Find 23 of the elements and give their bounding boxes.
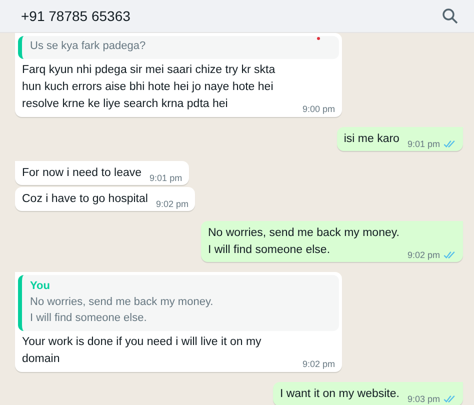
message-time: 9:03 pm <box>407 394 440 404</box>
quoted-message[interactable]: Us se kya fark padega? <box>18 36 339 59</box>
message-text: Coz i have to go hospital <box>22 192 148 207</box>
contact-name: +91 78785 65363 <box>21 8 130 24</box>
message-text: Your work is done if you need i will live it on my domain <box>22 335 262 367</box>
quoted-text: Us se kya fark padega? <box>30 39 147 54</box>
message-time: 9:00 pm <box>302 104 335 114</box>
message-time: 9:01 pm <box>150 173 182 183</box>
message-time: 9:02 pm <box>407 250 440 260</box>
quoted-message[interactable]: You No worries, send me back my money. I will find someone else. <box>18 275 339 331</box>
message-text: No worries, send me back my money. I will find someone else. <box>208 226 400 258</box>
dot-icon <box>317 37 320 40</box>
search-icon[interactable] <box>442 8 458 24</box>
message-time: 9:02 pm <box>156 199 188 209</box>
message-time: 9:02 pm <box>302 359 335 369</box>
message-text: For now i need to leave <box>22 166 142 181</box>
quoted-text: No worries, send me back my money. <box>30 295 214 310</box>
quoted-sender: You <box>30 279 51 294</box>
message-text: isi me karo <box>344 132 400 147</box>
message-time: 9:01 pm <box>407 139 440 149</box>
quoted-text: I will find someone else. <box>30 311 148 326</box>
message-text: I want it on my website. <box>280 387 400 402</box>
message-text: Farq kyun nhi pdega sir mei saari chize try kr skta hun kuch errors aise bhi hote hei jo naye hote hei resolve krne ke liye search krna pdta hei <box>22 63 276 112</box>
